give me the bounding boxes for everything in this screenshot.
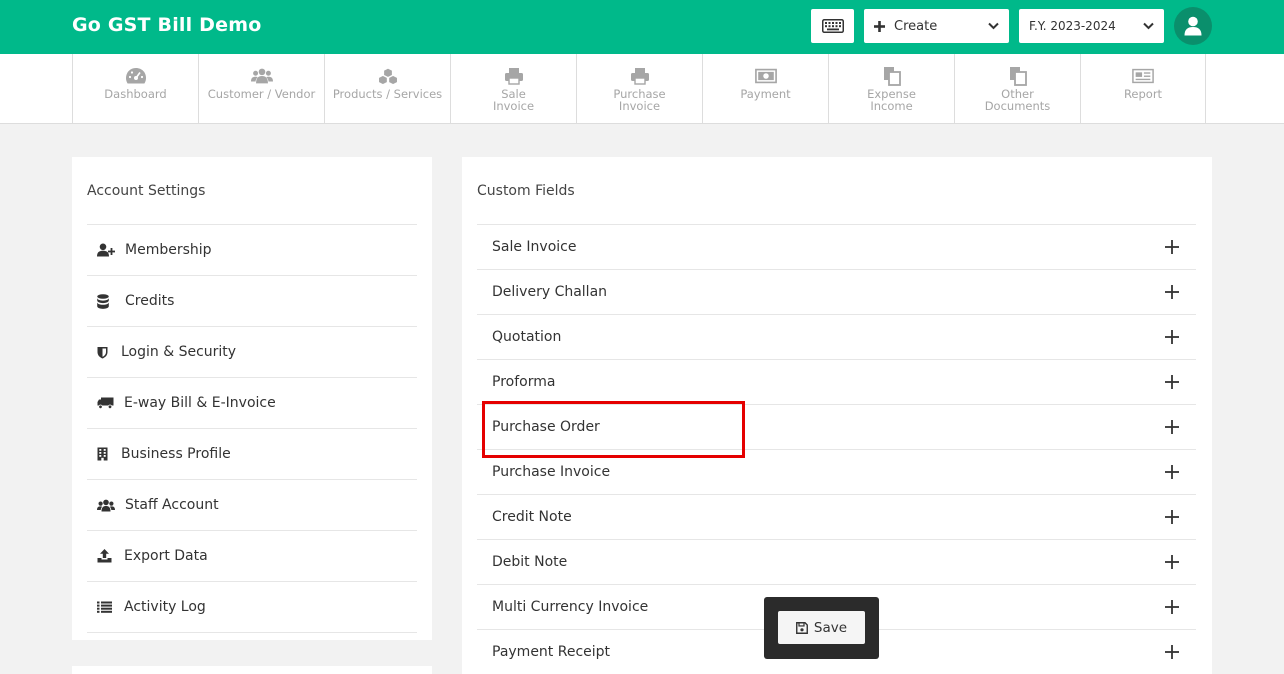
plus-icon[interactable] [1164,599,1180,615]
create-label: Create [894,18,938,34]
settings-item-membership[interactable]: Membership [87,225,417,276]
keyboard-shortcuts-button[interactable] [811,9,854,43]
nav-label: Products / Services [332,87,443,101]
custom-field-label: Credit Note [492,509,572,525]
nav-other-documents[interactable]: Other Documents [954,54,1080,124]
nav-report[interactable]: Report [1080,54,1206,124]
settings-item-eway-bill[interactable]: E-way Bill & E-Invoice [87,378,417,429]
chevron-down-icon [1143,22,1154,30]
plus-icon[interactable] [1164,239,1180,255]
truck-icon [97,395,114,411]
upload-icon [97,548,113,564]
custom-field-label: Quotation [492,329,562,345]
highlight-annotation [482,401,745,458]
nav-payment[interactable]: Payment [702,54,828,124]
custom-field-delivery-challan[interactable]: Delivery Challan [477,270,1196,315]
cubes-icon [377,68,398,85]
plus-icon[interactable] [1164,284,1180,300]
nav-label: Report [1123,87,1163,101]
plus-icon[interactable] [1164,554,1180,570]
panel-title: Custom Fields [477,183,575,199]
nav-purchase-invoice[interactable]: Purchase Invoice [576,54,702,124]
main-nav: Dashboard Customer / Vendor Products / S… [0,54,1284,124]
user-plus-icon [97,242,115,258]
settings-item-label: Membership [125,242,212,258]
keyboard-icon [821,19,844,33]
nav-label: Expense Income [867,87,916,113]
custom-field-label: Sale Invoice [492,239,577,255]
settings-item-label: Business Profile [121,446,231,462]
secondary-panel [72,666,432,674]
account-settings-panel: Account Settings Membership Credits Logi… [72,157,432,640]
plus-icon[interactable] [1164,329,1180,345]
printer-icon [630,68,649,85]
nav-label: Customer / Vendor [207,87,316,101]
floppy-disk-icon [795,621,808,634]
settings-item-label: Export Data [124,548,208,564]
financial-year-label: F.Y. 2023-2024 [1029,19,1116,33]
settings-item-export-data[interactable]: Export Data [87,531,417,582]
nav-label: Purchase Invoice [613,87,666,113]
settings-item-credits[interactable]: Credits [87,276,417,327]
nav-label: Other Documents [984,87,1051,113]
settings-item-staff-account[interactable]: Staff Account [87,480,417,531]
plus-icon [874,20,885,32]
settings-item-login-security[interactable]: Login & Security [87,327,417,378]
list-icon [97,599,114,615]
custom-field-label: Payment Receipt [492,644,611,660]
settings-item-label: Staff Account [125,497,219,513]
custom-field-quotation[interactable]: Quotation [477,315,1196,360]
building-icon [97,446,109,462]
nav-products-services[interactable]: Products / Services [324,54,450,124]
custom-field-label: Proforma [492,374,556,390]
plus-icon[interactable] [1164,464,1180,480]
settings-item-label: Activity Log [124,599,206,615]
settings-item-label: Login & Security [121,344,237,360]
nav-customer-vendor[interactable]: Customer / Vendor [198,54,324,124]
user-avatar[interactable] [1174,7,1212,45]
dashboard-icon [125,68,146,84]
settings-item-activity-log[interactable]: Activity Log [87,582,417,633]
plus-icon[interactable] [1164,374,1180,390]
nav-label: Dashboard [104,87,167,101]
copy-icon [1009,67,1027,86]
save-label: Save [813,619,848,636]
settings-item-label: E-way Bill & E-Invoice [124,395,276,411]
settings-item-business-profile[interactable]: Business Profile [87,429,417,480]
money-icon [754,68,777,84]
save-button[interactable]: Save [778,611,865,644]
settings-item-label: Credits [125,293,175,309]
users-icon [97,497,115,513]
newspaper-icon [1132,68,1154,84]
copy-icon [883,67,901,86]
nav-expense-income[interactable]: Expense Income [828,54,954,124]
plus-icon[interactable] [1164,509,1180,525]
custom-field-credit-note[interactable]: Credit Note [477,495,1196,540]
financial-year-select[interactable]: F.Y. 2023-2024 [1019,9,1164,43]
custom-field-debit-note[interactable]: Debit Note [477,540,1196,585]
plus-icon[interactable] [1164,419,1180,435]
top-bar: Go GST Bill Demo Create F.Y. 2023-2024 [0,0,1284,54]
custom-field-label: Purchase Invoice [492,464,611,480]
users-icon [250,68,273,84]
shield-icon [97,344,109,360]
create-dropdown[interactable]: Create [864,9,1009,43]
panel-title: Account Settings [87,183,206,199]
save-bar: Save [764,597,879,659]
plus-icon[interactable] [1164,644,1180,660]
custom-field-label: Debit Note [492,554,568,570]
nav-dashboard[interactable]: Dashboard [72,54,198,124]
nav-label: Payment [740,87,791,101]
printer-icon [504,68,523,85]
nav-sale-invoice[interactable]: Sale Invoice [450,54,576,124]
custom-field-proforma[interactable]: Proforma [477,360,1196,405]
chevron-down-icon [988,22,999,30]
database-icon [97,293,115,309]
app-title[interactable]: Go GST Bill Demo [72,14,261,36]
nav-label: Sale Invoice [492,87,535,113]
custom-field-label: Delivery Challan [492,284,608,300]
custom-field-label: Multi Currency Invoice [492,599,649,615]
user-icon [1184,16,1202,36]
custom-field-sale-invoice[interactable]: Sale Invoice [477,225,1196,270]
